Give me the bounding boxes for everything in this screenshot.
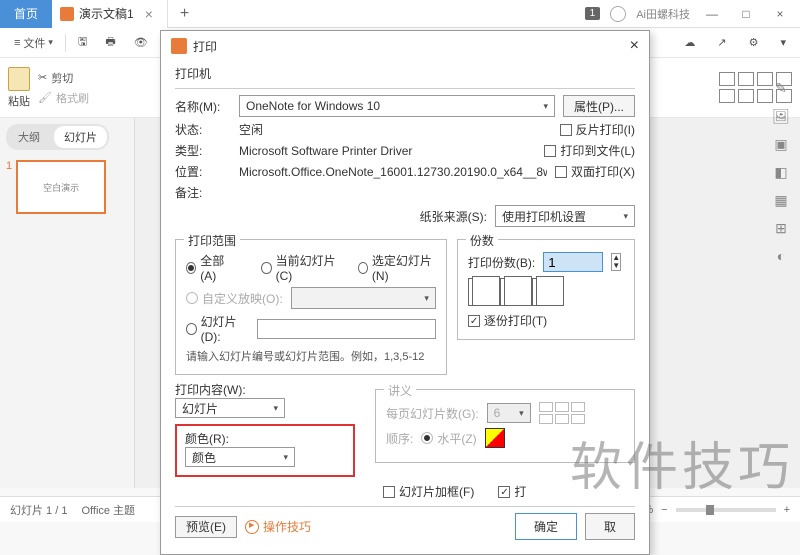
copies-spinner[interactable]: ▲▼ [611, 253, 621, 271]
radio-current[interactable]: 当前幻灯片(C) [261, 252, 339, 283]
ai-label: Ai田螺科技 [636, 6, 690, 22]
slides-input[interactable] [257, 319, 436, 339]
tips-link[interactable]: 操作技巧 [245, 518, 311, 535]
copies-title: 份数 [466, 232, 498, 249]
tool-icon[interactable]: ▣ [772, 136, 790, 154]
order-label: 顺序: [386, 430, 413, 447]
tab-outline[interactable]: 大纲 [8, 126, 50, 148]
frame-checkbox[interactable]: 幻灯片加框(F) [383, 483, 474, 500]
tool-icon[interactable]: ◧ [772, 164, 790, 182]
printer-select[interactable]: OneNote for Windows 10▾ [239, 95, 555, 117]
paste-label: 粘贴 [8, 93, 30, 109]
dialog-close-button[interactable]: × [630, 37, 639, 55]
comment-label: 备注: [175, 184, 231, 201]
right-toolbar: ✎ 🖼 ▣ ◧ ▦ ⊞ ◐ [766, 80, 796, 266]
radio-horizontal: 水平(Z) [421, 430, 476, 447]
zoom-in[interactable]: + [784, 504, 790, 516]
tab-document[interactable]: 演示文稿1 × [52, 0, 168, 28]
paper-source-label: 纸张来源(S): [420, 208, 487, 225]
tab-doc-label: 演示文稿1 [79, 5, 134, 22]
status-label: 状态: [175, 121, 231, 138]
dialog-icon [171, 38, 187, 54]
copies-label: 打印份数(B): [468, 254, 535, 271]
per-page-label: 每页幻灯片数(G): [386, 405, 479, 422]
share-icon[interactable]: ↗ [711, 33, 732, 52]
thumb-number: 1 [6, 160, 12, 214]
titlebar: 首页 演示文稿1 × + 1 Ai田螺科技 — □ × [0, 0, 800, 28]
handout-layout-icon [539, 402, 585, 424]
format-painter-button: 🖌格式刷 [38, 90, 89, 106]
tab-add-button[interactable]: + [168, 5, 201, 23]
color-highlight-box: 颜色(R): 颜色▾ [175, 424, 355, 477]
tool-icon[interactable]: ✎ [772, 80, 790, 98]
window-close[interactable]: × [768, 7, 792, 21]
side-panel: 大纲 幻灯片 1 空白演示 [0, 118, 135, 488]
ok-button[interactable]: 确定 [515, 513, 577, 540]
radio-all[interactable]: 全部(A) [186, 252, 233, 283]
help-icon[interactable]: ▾ [774, 33, 792, 52]
tab-slides[interactable]: 幻灯片 [54, 126, 107, 148]
properties-button[interactable]: 属性(P)... [563, 95, 635, 117]
side-tabs: 大纲 幻灯片 [6, 124, 109, 150]
notification-badge[interactable]: 1 [585, 7, 601, 20]
cut-button[interactable]: ✂剪切 [38, 70, 89, 86]
window-maximize[interactable]: □ [734, 7, 758, 21]
color-select[interactable]: 颜色▾ [185, 447, 295, 467]
preview-icon[interactable]: 👁 [128, 33, 154, 52]
tab-close-icon[interactable]: × [139, 6, 159, 22]
name-label: 名称(M): [175, 98, 231, 115]
tab-home[interactable]: 首页 [0, 0, 52, 28]
tool-icon[interactable]: 🖼 [772, 108, 790, 126]
cancel-button[interactable]: 取 [585, 513, 635, 540]
location-label: 位置: [175, 163, 231, 180]
reverse-checkbox[interactable]: 反片打印(I) [560, 121, 635, 138]
handout-title: 讲义 [384, 382, 416, 399]
print-to-file-checkbox[interactable]: 打印到文件(L) [544, 142, 635, 159]
tool-icon[interactable]: ◐ [772, 248, 790, 266]
settings-icon[interactable]: ⚙ [743, 33, 765, 52]
range-hint: 请输入幻灯片编号或幻灯片范围。例如，1,3,5-12 [186, 348, 436, 364]
slide-thumbnail[interactable]: 空白演示 [16, 160, 106, 214]
print-hidden-checkbox[interactable]: 打 [498, 483, 526, 500]
clipboard-icon [8, 67, 30, 91]
preview-button[interactable]: 预览(E) [175, 516, 237, 538]
content-label: 打印内容(W): [175, 381, 355, 398]
zoom-slider[interactable] [676, 508, 776, 512]
collate-checkbox[interactable]: 逐份打印(T) [468, 312, 624, 329]
color-label: 颜色(R): [185, 430, 345, 447]
copies-input[interactable] [543, 252, 603, 272]
status-value: 空闲 [239, 121, 552, 138]
radio-selected[interactable]: 选定幻灯片(N) [358, 252, 436, 283]
tool-icon[interactable]: ⊞ [772, 220, 790, 238]
radio-custom: 自定义放映(O): [186, 290, 283, 307]
custom-show-select: ▾ [291, 287, 436, 309]
paste-button[interactable]: 粘贴 [8, 67, 30, 109]
menu-button[interactable]: ≡文件▾ [8, 32, 59, 54]
zoom-out[interactable]: − [661, 504, 667, 516]
cloud-icon[interactable]: ☁ [678, 33, 701, 52]
radio-slides[interactable]: 幻灯片(D): [186, 313, 249, 344]
presentation-icon [60, 7, 74, 21]
range-title: 打印范围 [184, 232, 240, 249]
type-value: Microsoft Software Printer Driver [239, 144, 536, 158]
dialog-title: 打印 [193, 38, 217, 55]
slide-counter: 幻灯片 1 / 1 [10, 502, 67, 518]
duplex-checkbox[interactable]: 双面打印(X) [555, 163, 635, 180]
print-icon[interactable]: 🖶 [99, 30, 121, 55]
window-minimize[interactable]: — [700, 7, 724, 21]
print-dialog: 打印 × 打印机 名称(M): OneNote for Windows 10▾ … [160, 30, 650, 555]
printer-section-label: 打印机 [175, 65, 635, 82]
type-label: 类型: [175, 142, 231, 159]
theme-label: Office 主题 [81, 502, 135, 518]
location-value: Microsoft.Office.OneNote_16001.12730.201… [239, 165, 547, 179]
color-swatch-icon [485, 428, 505, 448]
tool-icon[interactable]: ▦ [772, 192, 790, 210]
content-select[interactable]: 幻灯片▾ [175, 398, 285, 418]
save-icon[interactable]: 🖫 [72, 30, 93, 55]
avatar-icon[interactable] [610, 6, 626, 22]
per-page-select: 6▾ [487, 403, 531, 423]
collate-preview [468, 278, 624, 306]
paper-source-select[interactable]: 使用打印机设置▾ [495, 205, 635, 227]
